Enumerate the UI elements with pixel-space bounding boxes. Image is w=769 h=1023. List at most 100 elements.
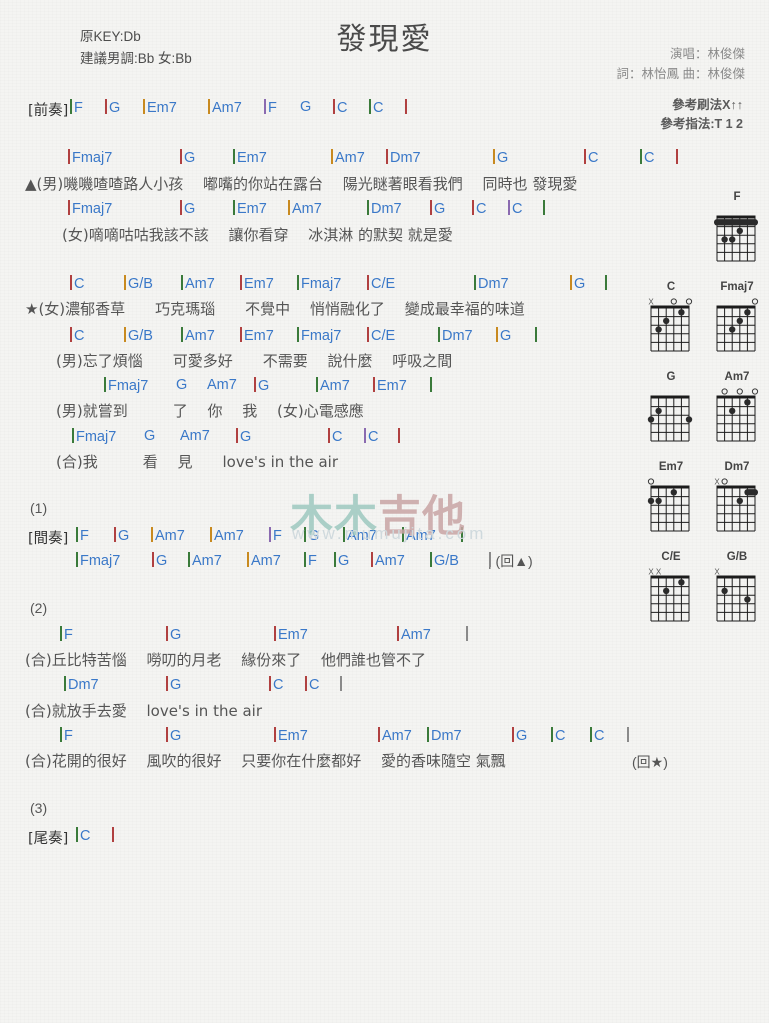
chord-name: C — [74, 328, 85, 344]
singer-tag: ▲(男) — [25, 175, 64, 193]
chord-token: C — [551, 727, 565, 744]
chord-token — [543, 200, 547, 217]
barline — [472, 200, 474, 215]
chord-diagram-row: F — [635, 190, 765, 268]
chord-diagram-graphic: X — [709, 564, 765, 628]
barline — [143, 99, 145, 114]
chord-name: G — [516, 728, 528, 744]
chord-diagram-label: F — [733, 191, 741, 203]
lyric-verse2a: (合)丘比特苦惱 嘮叨的月老 緣份來了 他們誰也管不了 — [25, 651, 427, 669]
chord-token: G — [334, 552, 349, 569]
chord-token: Fmaj7 — [72, 428, 116, 445]
chord-name: Am7 — [382, 728, 412, 744]
finger-dot — [655, 407, 662, 415]
barline — [152, 552, 154, 567]
chord-name: Fmaj7 — [72, 201, 113, 217]
barline — [386, 149, 388, 164]
chord-token: G — [430, 200, 445, 217]
barline — [72, 428, 74, 443]
barline — [397, 626, 399, 641]
chord-name: G — [118, 528, 130, 544]
chord-name: C — [555, 728, 566, 744]
chord-name: Am7 — [292, 201, 322, 217]
barline — [247, 552, 249, 567]
chord-diagram-row: C X Fmaj7 — [635, 280, 765, 358]
barline — [535, 327, 537, 342]
chord-name: Em7 — [278, 728, 308, 744]
chord-token — [398, 428, 402, 445]
chord-grid-Em7 — [647, 478, 690, 532]
finger-dot — [736, 317, 743, 325]
barline — [427, 727, 429, 742]
barline — [240, 275, 242, 290]
chord-token: Fmaj7 — [76, 552, 120, 569]
chord-token: G — [140, 428, 155, 444]
barline — [474, 275, 476, 290]
barline — [627, 727, 629, 742]
barline — [584, 149, 586, 164]
open-string-marker — [736, 388, 743, 395]
finger-dot — [729, 236, 736, 243]
chord-token: Fmaj7 — [297, 275, 341, 292]
chord-diagram-C: CX — [643, 280, 699, 358]
barline — [240, 327, 242, 342]
chord-name: G — [170, 728, 182, 744]
chord-token: Em7 — [240, 327, 274, 344]
chord-diagram-label: C — [666, 281, 676, 293]
open-string-marker — [670, 298, 677, 305]
chord-token: F — [60, 626, 73, 643]
chord-token: Am7 — [151, 527, 185, 544]
chord-grid-G/B: X — [714, 568, 756, 622]
chord-token: C — [640, 149, 654, 166]
barline — [180, 149, 182, 164]
chord-name: Fmaj7 — [72, 150, 113, 166]
chord-grid-C: X — [648, 298, 693, 352]
chord-token: G — [296, 99, 311, 115]
chord-diagram-graphic — [709, 204, 765, 268]
chord-token: Dm7 — [64, 676, 99, 693]
barline — [398, 428, 400, 443]
chord-name: C — [80, 828, 91, 844]
chord-diagram-row: Em7 Dm7 X — [635, 460, 765, 538]
chord-diagram-G-B: G/B X — [709, 550, 765, 628]
barline — [378, 727, 380, 742]
chord-name: Fmaj7 — [80, 553, 121, 569]
barline — [104, 377, 106, 392]
chord-diagram-graphic: X — [643, 294, 699, 358]
chord-token: Em7 — [274, 727, 308, 744]
chord-token — [535, 327, 539, 344]
chord-name: C — [476, 201, 487, 217]
finger-dot — [744, 596, 751, 603]
chord-name: Dm7 — [442, 328, 473, 344]
chord-token: G — [180, 149, 195, 166]
chord-name: G — [184, 201, 196, 217]
chord-token: Am7 — [247, 552, 281, 569]
chord-token: G — [512, 727, 527, 744]
chord-token: C — [70, 275, 84, 292]
chord-token: C — [305, 676, 319, 693]
barline — [430, 552, 432, 567]
chord-name: G/B — [128, 328, 153, 344]
muted-string-marker: X — [648, 298, 654, 307]
chord-name: Am7 — [214, 528, 244, 544]
chord-name: Am7 — [212, 100, 242, 116]
barline — [369, 99, 371, 114]
chord-name: Am7 — [375, 553, 405, 569]
chord-token: Em7 — [143, 99, 177, 116]
barline — [76, 552, 78, 567]
chord-grid-C/E: XX — [648, 568, 690, 622]
chord-name: Am7 — [180, 428, 210, 444]
open-string-marker — [751, 388, 759, 395]
chord-token — [112, 827, 116, 844]
chord-token: Am7 — [397, 626, 431, 643]
barline — [340, 676, 342, 691]
barline — [181, 327, 183, 342]
lyric-text: 濃郁香草 巧克瑪瑙 不覺中 悄悄融化了 變成最幸福的味道 — [65, 300, 525, 318]
barline — [304, 552, 306, 567]
chord-grid-G — [647, 395, 693, 442]
chord-token — [605, 275, 609, 292]
chord-name: Am7 — [320, 378, 350, 394]
barline — [590, 727, 592, 742]
chord-token: Am7 — [181, 327, 215, 344]
chord-name: Dm7 — [390, 150, 421, 166]
